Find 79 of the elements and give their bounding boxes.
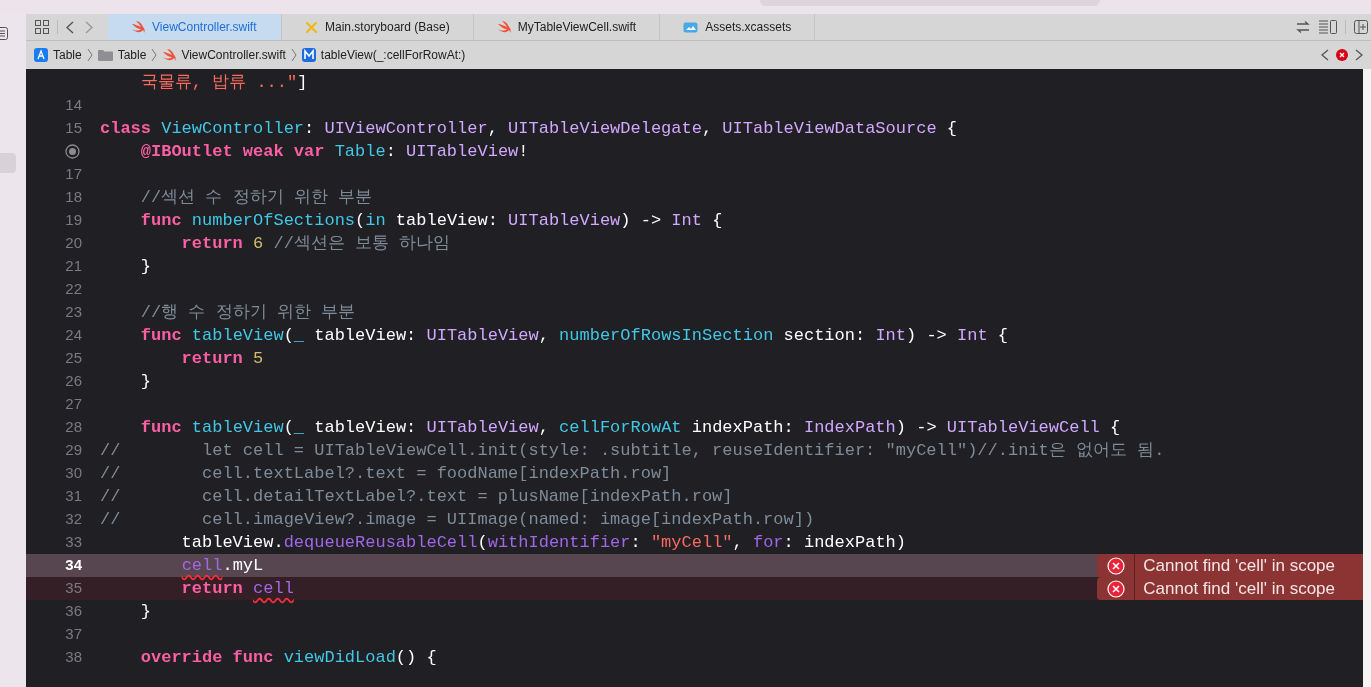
line-number: 37: [65, 624, 82, 645]
breadcrumb-item[interactable]: tableView(_:cellForRowAt:): [301, 46, 466, 64]
file-tab[interactable]: Main.storyboard (Base): [282, 14, 474, 40]
storyboard-icon: [305, 20, 318, 34]
line-number: 24: [65, 325, 82, 346]
code-line: func tableView(_ tableView: UITableView, numberOfRowsInSection section: Int) -> Int {: [139, 326, 1009, 345]
file-tab[interactable]: Assets.xcassets: [660, 14, 816, 40]
line-number: 31: [65, 486, 82, 507]
next-issue-icon[interactable]: [1355, 49, 1363, 61]
code-line: }: [139, 372, 151, 391]
file-tab[interactable]: MyTableViewCell.swift: [473, 14, 661, 40]
error-banner[interactable]: Cannot find 'cell' in scope: [1097, 577, 1363, 600]
swift-icon: [496, 21, 511, 33]
code-line: class ViewController: UIViewController, UITableViewDelegate, UITableViewDataSource {: [100, 119, 957, 138]
code-line: @IBOutlet weak var Table: UITableView!: [139, 142, 529, 161]
back-icon[interactable]: [66, 20, 74, 34]
error-message: Cannot find 'cell' in scope: [1142, 577, 1336, 600]
breadcrumb-item[interactable]: ViewController.swift: [162, 46, 286, 64]
line-number: 21: [65, 256, 82, 277]
error-icon: [1106, 579, 1125, 598]
add-editor-icon[interactable]: [1354, 20, 1368, 34]
line-number: 36: [65, 601, 82, 622]
code-line: }: [139, 602, 151, 621]
line-number: 28: [65, 417, 82, 438]
line-number: 14: [65, 95, 82, 116]
code-line: //행 수 정하기 위한 부분: [139, 303, 356, 322]
line-number: 35: [65, 578, 82, 599]
line-number: 20: [65, 233, 82, 254]
swift-icon: [162, 49, 177, 61]
code-line: cell.myL: [180, 556, 264, 575]
error-badge-icon[interactable]: [1336, 49, 1348, 61]
swift-icon: [131, 21, 145, 33]
method-icon: [301, 48, 316, 62]
editor-options-icon[interactable]: [1319, 20, 1337, 34]
line-number: 22: [65, 279, 82, 300]
code-line: //섹션 수 정하기 위한 부분: [139, 188, 373, 207]
image-folder-icon: [683, 21, 699, 33]
line-number: 17: [65, 164, 82, 185]
line-number: 23: [65, 302, 82, 323]
breadcrumb-item[interactable]: Table: [34, 46, 82, 64]
code-line: return 5: [180, 349, 264, 368]
line-number: 25: [65, 348, 82, 369]
grid-icon: [35, 20, 49, 34]
line-number: 27: [65, 394, 82, 415]
breadcrumb-item[interactable]: Table: [97, 46, 147, 64]
error-icon: [1106, 556, 1125, 575]
line-number: 29: [65, 440, 82, 461]
outlet-connection-icon[interactable]: [65, 144, 80, 159]
line-number: 30: [65, 463, 82, 484]
code-line: tableView.dequeueReusableCell(withIdentifier: "myCell", for: indexPath): [180, 533, 906, 552]
code-line: return cell: [180, 579, 294, 598]
line-number: 19: [65, 210, 82, 231]
code-line: func tableView(_ tableView: UITableView, cellForRowAt indexPath: IndexPath) -> UITableViewCell {: [139, 418, 1121, 437]
code-line: // let cell = UITableViewCell.init(style: .subtitle, reuseIdentifier: "myCell")//.init은 없어도 됨.: [100, 441, 1165, 460]
chevron-icon: [151, 48, 158, 62]
chevron-icon: [86, 48, 93, 62]
code-line: func numberOfSections(in tableView: UITableView) -> Int {: [139, 211, 723, 230]
code-line: }: [139, 257, 151, 276]
line-number: 34: [65, 555, 82, 576]
swap-icon[interactable]: [1296, 21, 1310, 33]
code-line: // cell.textLabel?.text = foodName[indexPath.row]: [100, 464, 672, 483]
error-banner[interactable]: Cannot find 'cell' in scope: [1097, 554, 1363, 577]
error-message: Cannot find 'cell' in scope: [1142, 554, 1336, 577]
code-line: override func viewDidLoad() {: [139, 648, 437, 667]
code-line: // cell.imageView?.image = UIImage(named: image[indexPath.row]): [100, 510, 815, 529]
folder-icon: [97, 49, 113, 61]
code-line: 국물류, 밥류 ..."]: [139, 73, 308, 92]
line-number: 38: [65, 647, 82, 668]
code-line: return 6 //섹션은 보통 하나임: [180, 234, 451, 253]
line-number: 33: [65, 532, 82, 553]
line-number: 18: [65, 187, 82, 208]
line-number: 15: [65, 118, 82, 139]
code-line: // cell.detailTextLabel?.text = plusName[indexPath.row]: [100, 487, 733, 506]
file-tab[interactable]: ViewController.swift: [108, 14, 282, 40]
line-number: 32: [65, 509, 82, 530]
chevron-icon: [290, 48, 297, 62]
app-icon: [34, 48, 48, 62]
previous-issue-icon[interactable]: [1321, 49, 1329, 61]
line-number: 26: [65, 371, 82, 392]
